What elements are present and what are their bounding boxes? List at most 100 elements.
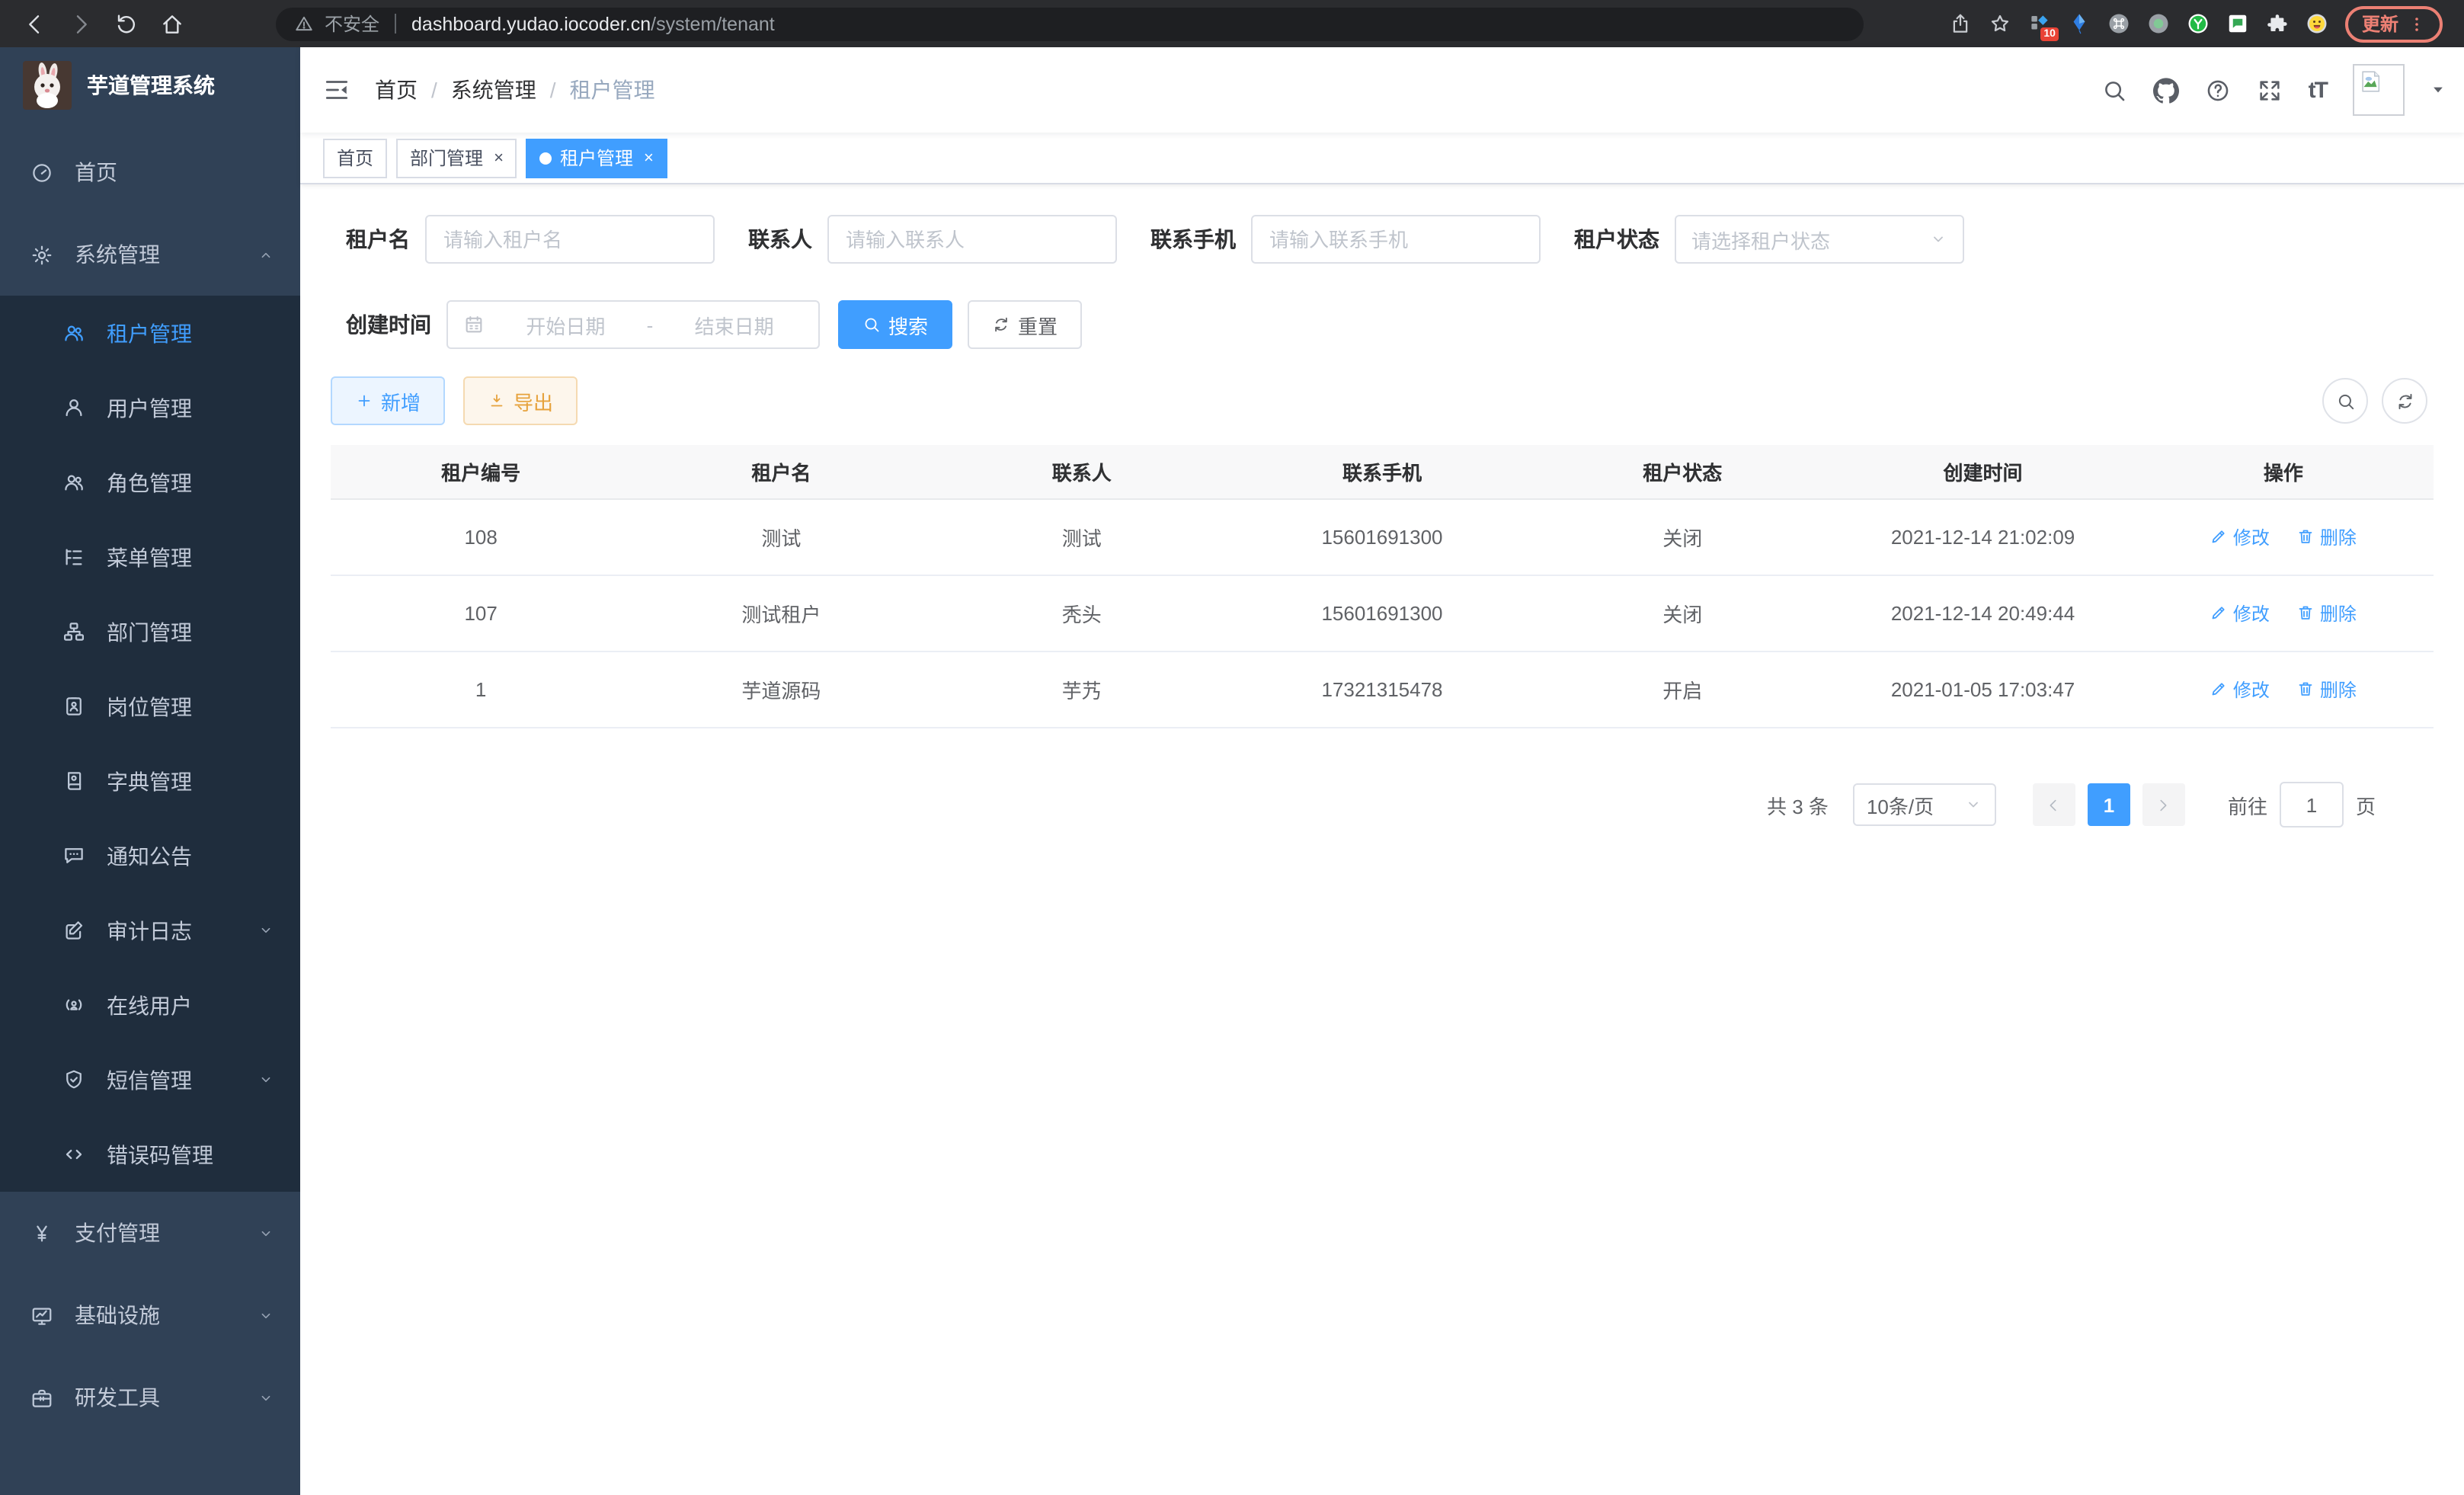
table-toolbar: 新增 导出 (331, 376, 2434, 425)
sidebar-item-system[interactable]: 系统管理 (0, 213, 300, 296)
breadcrumb-separator: / (431, 78, 437, 102)
edit-link[interactable]: 修改 (2210, 524, 2270, 550)
extension-record-icon[interactable] (2147, 12, 2170, 35)
cell-contact: 秃头 (932, 575, 1232, 651)
home-icon[interactable] (160, 11, 184, 36)
sidebar-item-home[interactable]: 首页 (0, 131, 300, 213)
phone-input[interactable] (1251, 215, 1541, 264)
search-button-label: 搜索 (888, 310, 928, 339)
sidebar-item-post[interactable]: 岗位管理 (0, 669, 300, 744)
filter-row-2: 创建时间 开始日期 - 结束日期 搜索 重置 (331, 300, 2434, 349)
extension-command-icon[interactable] (2107, 12, 2130, 35)
back-icon[interactable] (23, 11, 47, 36)
sidebar-item-tenant[interactable]: 租户管理 (0, 296, 300, 370)
toggle-search-button[interactable] (2322, 378, 2368, 424)
share-icon[interactable] (1949, 12, 1972, 35)
sidebar-item-pay[interactable]: 支付管理 (0, 1192, 300, 1274)
edit-link[interactable]: 修改 (2210, 600, 2270, 626)
cell-status: 关闭 (1532, 575, 1832, 651)
avatar-caret-down-icon[interactable] (2430, 82, 2446, 98)
avatar[interactable] (2353, 64, 2405, 116)
tab-label: 部门管理 (410, 145, 483, 171)
sidebar-item-audit-log[interactable]: 审计日志 (0, 893, 300, 968)
current-page-button[interactable]: 1 (2088, 783, 2130, 826)
url-host: dashboard.yudao.iocoder.cn (411, 13, 651, 34)
page-size-select[interactable]: 10条/页 (1853, 783, 1996, 826)
sidebar-item-label: 角色管理 (107, 467, 192, 498)
sidebar-item-label: 基础设施 (75, 1300, 160, 1330)
add-button[interactable]: 新增 (331, 376, 445, 425)
pagination-total: 共 3 条 (1767, 790, 1829, 819)
sidebar-item-label: 审计日志 (107, 915, 192, 946)
edit-link[interactable]: 修改 (2210, 677, 2270, 703)
sidebar-item-user[interactable]: 用户管理 (0, 370, 300, 445)
breadcrumb-item[interactable]: 系统管理 (451, 75, 536, 105)
browser-toolbar: 不安全 dashboard.yudao.iocoder.cn/system/te… (0, 0, 2464, 47)
column-header: 操作 (2133, 445, 2434, 499)
search-button-icon (862, 315, 881, 334)
bookmark-star-icon[interactable] (1989, 12, 2011, 35)
sidebar-item-sms[interactable]: 短信管理 (0, 1042, 300, 1117)
export-button[interactable]: 导出 (463, 376, 578, 425)
breadcrumb-item[interactable]: 首页 (375, 75, 418, 105)
breadcrumb: 首页/系统管理/租户管理 (375, 75, 655, 105)
browser-menu-icon[interactable] (2408, 14, 2426, 33)
tenant-name-label: 租户名 (346, 224, 410, 255)
extension-chat-icon[interactable] (2226, 12, 2249, 35)
forward-icon[interactable] (69, 11, 93, 36)
tenant-name-input[interactable] (425, 215, 715, 264)
extension-kite-icon[interactable] (2068, 12, 2091, 35)
sidebar-item-online-user[interactable]: 在线用户 (0, 968, 300, 1042)
extension-badged-icon[interactable]: 10 (2028, 12, 2051, 35)
address-separator (395, 14, 396, 34)
profile-avatar-icon[interactable] (2306, 12, 2328, 35)
sidebar-item-dev-tools[interactable]: 研发工具 (0, 1356, 300, 1439)
prev-page-button[interactable] (2033, 783, 2075, 826)
search-button[interactable]: 搜索 (838, 300, 952, 349)
tab-home[interactable]: 首页 (323, 138, 387, 178)
sidebar-item-menu[interactable]: 菜单管理 (0, 520, 300, 594)
chrome-update-button[interactable]: 更新 (2345, 5, 2443, 42)
dictionary-icon (62, 770, 85, 792)
status-select[interactable]: 请选择租户状态 (1675, 215, 1964, 264)
app-logo-row[interactable]: 芋道管理系统 (0, 47, 300, 123)
contact-input[interactable] (827, 215, 1117, 264)
tab-close-icon[interactable]: × (644, 149, 654, 167)
tab-close-icon[interactable]: × (494, 149, 504, 167)
delete-link[interactable]: 删除 (2297, 677, 2357, 703)
sidebar-item-label: 菜单管理 (107, 542, 192, 572)
sidebar-item-dept[interactable]: 部门管理 (0, 594, 300, 669)
sidebar-item-notice[interactable]: 通知公告 (0, 818, 300, 893)
sidebar-item-error-code[interactable]: 错误码管理 (0, 1117, 300, 1192)
sidebar-item-infra[interactable]: 基础设施 (0, 1274, 300, 1356)
sidebar-item-label: 短信管理 (107, 1064, 192, 1095)
org-chart-icon (62, 620, 85, 643)
tab-dept[interactable]: 部门管理 × (396, 138, 517, 178)
sidebar-collapse-icon[interactable] (323, 76, 350, 104)
sidebar-item-dict[interactable]: 字典管理 (0, 744, 300, 818)
refresh-table-button[interactable] (2382, 378, 2427, 424)
address-bar[interactable]: 不安全 dashboard.yudao.iocoder.cn/system/te… (276, 7, 1864, 40)
extensions-puzzle-icon[interactable] (2266, 12, 2289, 35)
header-search-icon[interactable] (2101, 77, 2127, 103)
font-size-icon[interactable]: tT (2309, 77, 2327, 103)
fullscreen-icon[interactable] (2257, 77, 2283, 103)
goto-page-input[interactable] (2280, 782, 2344, 828)
tab-tenant[interactable]: 租户管理× (526, 138, 667, 178)
date-range-picker[interactable]: 开始日期 - 结束日期 (446, 300, 820, 349)
reset-button[interactable]: 重置 (968, 300, 1082, 349)
reload-icon[interactable] (114, 11, 139, 36)
next-page-button[interactable] (2142, 783, 2185, 826)
delete-link[interactable]: 删除 (2297, 600, 2357, 626)
cell-created: 2021-12-14 20:49:44 (1832, 575, 2133, 651)
help-icon[interactable] (2205, 77, 2231, 103)
url-path: /system/tenant (651, 13, 775, 34)
insecure-warning-icon[interactable] (294, 14, 314, 34)
extension-y-logo-icon[interactable] (2187, 12, 2210, 35)
sms-shield-icon (62, 1068, 85, 1091)
github-icon[interactable] (2153, 77, 2179, 103)
column-header: 创建时间 (1832, 445, 2133, 499)
date-end-placeholder: 结束日期 (665, 310, 803, 339)
delete-link[interactable]: 删除 (2297, 524, 2357, 550)
sidebar-item-role[interactable]: 角色管理 (0, 445, 300, 520)
